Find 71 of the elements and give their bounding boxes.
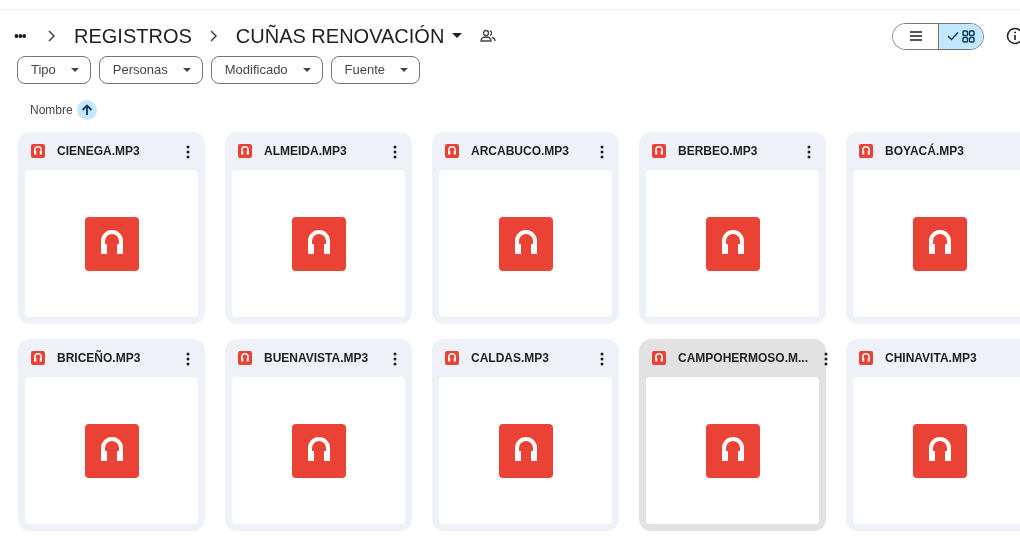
breadcrumb-link[interactable]: REGISTROS: [74, 21, 192, 51]
list-icon: [908, 30, 923, 42]
more-vert-icon: [600, 144, 604, 159]
info-icon[interactable]: [1006, 27, 1020, 45]
headphones-icon: [291, 216, 346, 271]
file-name: CHINAVITA.MP3: [885, 350, 978, 367]
file-name: ALMEIDA.MP3: [264, 143, 348, 160]
audio-file-icon: [652, 144, 666, 158]
chevron-icon: [48, 30, 56, 42]
check-icon: [947, 31, 959, 41]
more-vert-icon: [600, 351, 604, 366]
file-card[interactable]: CALDAS.MP3: [432, 339, 619, 531]
audio-file-icon: [238, 351, 252, 365]
people-icon[interactable]: [480, 29, 497, 43]
file-card[interactable]: BUENAVISTA.MP3: [225, 339, 412, 531]
grid-icon: [962, 29, 975, 43]
audio-file-icon: [445, 351, 459, 365]
file-card[interactable]: ALMEIDA.MP3: [225, 132, 412, 324]
file-name: CAMPOHERMOSO.M...: [678, 350, 808, 367]
file-name: BERBEO.MP3: [678, 143, 759, 160]
file-card[interactable]: BERBEO.MP3: [639, 132, 826, 324]
more-button[interactable]: •••: [14, 25, 30, 47]
filter-button[interactable]: Fuente: [330, 56, 421, 84]
file-card[interactable]: CAMPOHERMOSO.M...: [639, 339, 826, 531]
audio-file-icon: [859, 144, 873, 158]
file-name: ARCABUCO.MP3: [471, 143, 570, 160]
headphones-icon: [912, 216, 967, 271]
arrow-up-icon: [80, 104, 93, 116]
file-name: BUENAVISTA.MP3: [264, 350, 370, 367]
audio-file-icon: [31, 351, 45, 365]
headphones-icon: [498, 423, 553, 478]
sort-direction-button[interactable]: [76, 100, 97, 120]
more-vert-icon: [824, 351, 828, 366]
caret-icon: [399, 67, 410, 73]
more-vert-icon: [186, 351, 190, 366]
more-vert-icon: [393, 144, 397, 159]
audio-file-icon: [652, 351, 666, 365]
audio-file-icon: [238, 144, 252, 158]
file-card[interactable]: BRICEÑO.MP3: [18, 339, 205, 531]
caret-icon: [181, 67, 192, 73]
filter-button[interactable]: Tipo: [17, 56, 91, 84]
caret-icon: [301, 67, 312, 73]
caret-icon: [69, 67, 80, 73]
audio-file-icon: [859, 351, 873, 365]
file-card[interactable]: CHINAVITA.MP3: [846, 339, 1020, 531]
more-vert-icon: [393, 351, 397, 366]
file-card[interactable]: ARCABUCO.MP3: [432, 132, 619, 324]
headphones-icon: [291, 423, 346, 478]
file-name: CALDAS.MP3: [471, 350, 550, 367]
headphones-icon: [498, 216, 553, 271]
more-vert-icon: [186, 144, 190, 159]
file-card[interactable]: BOYACÁ.MP3: [846, 132, 1020, 324]
audio-file-icon: [445, 144, 459, 158]
grid-view-button[interactable]: [938, 23, 983, 49]
file-name: BOYACÁ.MP3: [885, 142, 965, 160]
audio-file-icon: [31, 144, 45, 158]
filter-button[interactable]: Modificado: [210, 56, 323, 84]
sort-label[interactable]: Nombre: [30, 101, 73, 119]
filter-button[interactable]: Personas: [98, 56, 203, 84]
headphones-icon: [84, 216, 139, 271]
file-name: CIENEGA.MP3: [57, 143, 141, 160]
headphones-icon: [705, 216, 760, 271]
more-vert-icon: [807, 144, 811, 159]
caret-icon[interactable]: [452, 33, 463, 39]
file-card[interactable]: CIENEGA.MP3: [18, 132, 205, 324]
file-name: BRICEÑO.MP3: [57, 349, 142, 367]
chevron-icon: [209, 30, 218, 42]
folder-title[interactable]: CUÑAS RENOVACIÓN: [235, 21, 445, 51]
headphones-icon: [705, 423, 760, 478]
headphones-icon: [84, 423, 139, 478]
headphones-icon: [912, 423, 967, 478]
